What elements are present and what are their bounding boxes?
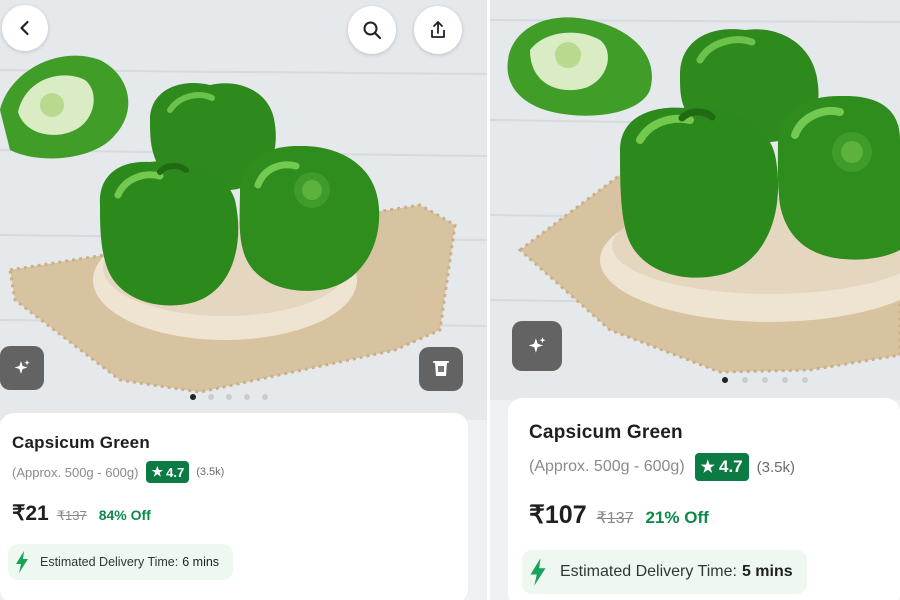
price-row: ₹21 ₹137 84% Off (12, 501, 151, 526)
price-row: ₹107 ₹137 21% Off (529, 500, 709, 530)
rating-value: 4.7 (166, 464, 185, 480)
product-title: Capsicum Green (529, 422, 683, 443)
carousel-dot[interactable] (208, 394, 214, 400)
product-meta-row: (Approx. 500g - 600g) ★ 4.7 (3.5k) (12, 461, 224, 483)
carousel-dot[interactable] (226, 394, 232, 400)
sparkle-icon (528, 337, 546, 353)
delivery-time-banner: Estimated Delivery Time: 5 mins (522, 550, 807, 594)
sparkle-icon (14, 360, 30, 374)
mrp-price: ₹137 (56, 508, 87, 523)
rating-badge[interactable]: ★ 4.7 (694, 453, 749, 481)
selling-price: ₹21 (12, 502, 49, 525)
carousel-dot[interactable] (722, 377, 728, 383)
carousel-dot[interactable] (262, 394, 268, 400)
product-meta-row: (Approx. 500g - 600g) ★ 4.7 (3.5k) (529, 453, 795, 481)
share-button[interactable] (414, 6, 462, 54)
rating-value: 4.7 (719, 457, 743, 476)
product-image[interactable] (0, 0, 487, 420)
rating-badge[interactable]: ★ 4.7 (146, 461, 190, 483)
discount-label: 84% Off (98, 507, 151, 523)
delivery-time: 5 mins (741, 563, 793, 580)
back-button[interactable] (2, 5, 48, 51)
ai-sparkle-button[interactable] (512, 321, 562, 371)
carousel-dot[interactable] (244, 394, 250, 400)
lightning-bolt-icon (530, 558, 546, 586)
discount-label: 21% Off (645, 508, 709, 527)
right-screen: Capsicum Green (Approx. 500g - 600g) ★ 4… (490, 0, 900, 600)
mrp-price: ₹137 (596, 510, 634, 527)
product-info-card: Capsicum Green (Approx. 500g - 600g) ★ 4… (0, 413, 468, 600)
delivery-label: Estimated Delivery Time: (560, 563, 737, 580)
carousel-dot[interactable] (802, 377, 808, 383)
carousel-dot[interactable] (742, 377, 748, 383)
carousel-dots (190, 394, 268, 400)
product-title: Capsicum Green (12, 433, 150, 452)
selling-price: ₹107 (529, 501, 587, 529)
product-weight: (Approx. 500g - 600g) (529, 458, 685, 475)
carousel-dot[interactable] (782, 377, 788, 383)
back-arrow-icon (20, 20, 29, 36)
share-icon (431, 21, 445, 38)
product-info-card: Capsicum Green (Approx. 500g - 600g) ★ 4… (508, 398, 900, 600)
ai-sparkle-button[interactable] (0, 346, 44, 390)
delivery-time-banner: Estimated Delivery Time: 6 mins (8, 544, 234, 580)
cup-icon (433, 361, 449, 376)
delivery-label: Estimated Delivery Time: (40, 555, 179, 569)
lightning-bolt-icon (16, 551, 28, 573)
cup-button[interactable] (419, 347, 463, 391)
comparison-image: Capsicum Green (Approx. 500g - 600g) ★ 4… (0, 0, 900, 600)
search-button[interactable] (348, 6, 396, 54)
star-icon: ★ (700, 459, 715, 476)
star-icon: ★ (151, 464, 164, 479)
carousel-dots (722, 377, 808, 383)
search-icon (363, 21, 382, 40)
review-count: (3.5k) (756, 458, 795, 476)
left-screen: Capsicum Green (Approx. 500g - 600g) ★ 4… (0, 0, 487, 600)
review-count: (3.5k) (196, 466, 225, 478)
carousel-dot[interactable] (762, 377, 768, 383)
product-weight: (Approx. 500g - 600g) (12, 464, 139, 480)
delivery-time: 6 mins (182, 555, 220, 569)
carousel-dot[interactable] (190, 394, 196, 400)
capsicum-photo (0, 0, 487, 420)
